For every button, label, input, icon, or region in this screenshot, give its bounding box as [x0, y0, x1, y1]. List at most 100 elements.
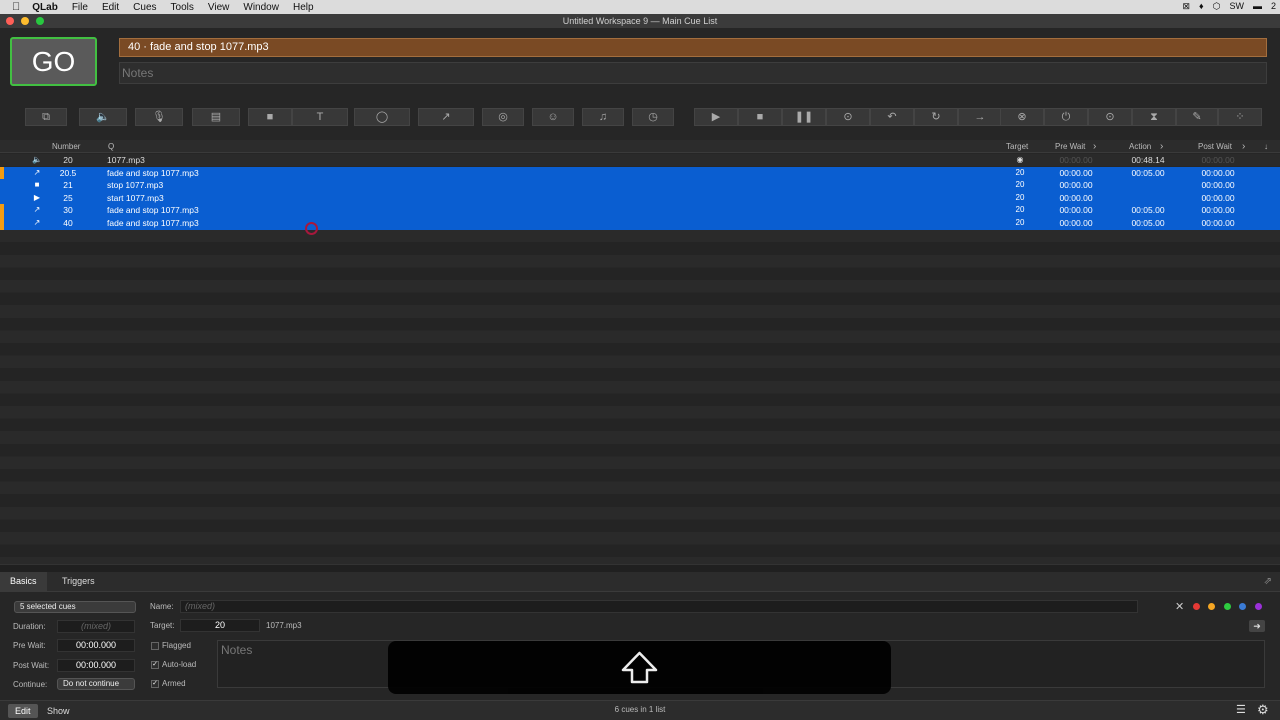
- light-icon[interactable]: ◯: [354, 108, 410, 126]
- col-target[interactable]: Target: [1006, 140, 1028, 153]
- shift-key-icon: [621, 651, 658, 684]
- tray-icon-6[interactable]: 2: [1271, 1, 1276, 12]
- tab-triggers[interactable]: Triggers: [52, 572, 105, 591]
- target-icon[interactable]: ⊗: [1000, 108, 1044, 126]
- text-icon[interactable]: T: [292, 108, 348, 126]
- postwait-field[interactable]: 00:00.000: [57, 659, 135, 672]
- wait-icon[interactable]: ⧗: [1132, 108, 1176, 126]
- sort-down-icon[interactable]: ↓: [1264, 140, 1268, 153]
- action-chevron-icon[interactable]: ›: [1160, 140, 1163, 153]
- flagged-checkbox[interactable]: [151, 642, 159, 650]
- cue-number: 20: [63, 155, 73, 165]
- target-field[interactable]: 20: [180, 619, 260, 632]
- audio-icon[interactable]: 🔈: [79, 108, 127, 126]
- cue-name: 1077.mp3: [107, 155, 145, 165]
- cue-number: 30: [63, 205, 73, 216]
- cue-notes-field[interactable]: Notes: [119, 62, 1267, 84]
- minimize-window-icon[interactable]: [21, 17, 29, 25]
- col-pre-wait[interactable]: Pre Wait: [1055, 140, 1085, 153]
- tab-basics[interactable]: Basics: [0, 572, 47, 591]
- menu-tools[interactable]: Tools: [171, 2, 194, 13]
- stop-icon[interactable]: ■: [738, 108, 782, 126]
- camera-icon[interactable]: ■: [248, 108, 292, 126]
- mic-icon[interactable]: 🎙: [135, 108, 183, 126]
- menu-edit[interactable]: Edit: [102, 2, 119, 13]
- menu-window[interactable]: Window: [243, 2, 279, 13]
- color-blue[interactable]: [1239, 603, 1246, 610]
- load-icon[interactable]: ⊙: [826, 108, 870, 126]
- tray-icon-5[interactable]: ▬: [1253, 1, 1262, 12]
- autoload-checkbox[interactable]: ✓: [151, 661, 159, 669]
- armed-label: Armed: [162, 679, 186, 688]
- color-red[interactable]: [1193, 603, 1200, 610]
- zoom-window-icon[interactable]: [36, 17, 44, 25]
- cue-list: 🔈 20 1077.mp3 ◉ 00:00.00 00:48.14 00:00.00 ↗ 20.…: [0, 154, 1280, 564]
- apple-menu-icon[interactable]: : [12, 1, 20, 13]
- cue-row[interactable]: ↗ 40 fade and stop 1077.mp3 20 00:00.00 00:05…: [0, 217, 1280, 230]
- col-action[interactable]: Action: [1129, 140, 1151, 153]
- tray-icon-2[interactable]: ♦: [1199, 1, 1204, 12]
- color-green[interactable]: [1224, 603, 1231, 610]
- cue-row[interactable]: ↗ 20.5 fade and stop 1077.mp3 20 00:00.00 00:…: [0, 166, 1280, 180]
- devamp-icon[interactable]: ↻: [914, 108, 958, 126]
- status-bar: Edit Show 6 cues in 1 list ☰ ⚙: [0, 700, 1280, 720]
- menu-help[interactable]: Help: [293, 2, 314, 13]
- clear-color-icon[interactable]: ✕: [1175, 600, 1184, 613]
- cue-postwait: 00:00.00: [1201, 155, 1235, 165]
- cue-row[interactable]: ▶ 25 start 1077.mp3 20 00:00.00 00:00.00: [0, 191, 1280, 205]
- menu-cues[interactable]: Cues: [133, 2, 156, 13]
- jump-to-target-icon[interactable]: ➜: [1249, 620, 1265, 632]
- memo-icon[interactable]: ✎: [1176, 108, 1218, 126]
- go-button[interactable]: GO: [10, 37, 97, 86]
- inspector-tabs: Basics Triggers ⇗: [0, 572, 1280, 592]
- close-window-icon[interactable]: [6, 17, 14, 25]
- pre-wait-chevron-icon[interactable]: ›: [1093, 140, 1096, 153]
- pause-icon[interactable]: ❚❚: [782, 108, 826, 126]
- color-purple[interactable]: [1255, 603, 1262, 610]
- list-view-icon[interactable]: ☰: [1236, 703, 1246, 716]
- continue-popup[interactable]: Do not continue: [57, 678, 135, 690]
- cue-name: stop 1077.mp3: [107, 180, 164, 191]
- menu-file[interactable]: File: [72, 2, 88, 13]
- tray-icon-1[interactable]: ⊠: [1182, 1, 1190, 12]
- cue-prewait: 00:00.00: [1059, 192, 1093, 203]
- tray-icon-4[interactable]: SW: [1229, 1, 1244, 12]
- cue-row[interactable]: ■ 21 stop 1077.mp3 20 00:00.00 00:00.00: [0, 179, 1280, 192]
- video-icon[interactable]: ▤: [192, 108, 240, 126]
- col-post-wait[interactable]: Post Wait: [1198, 140, 1232, 153]
- settings-gear-icon[interactable]: ⚙: [1257, 702, 1269, 718]
- timecode-icon[interactable]: ◷: [632, 108, 674, 126]
- post-wait-chevron-icon[interactable]: ›: [1242, 140, 1245, 153]
- network-icon[interactable]: ◎: [482, 108, 524, 126]
- popout-icon[interactable]: ⇗: [1264, 576, 1272, 587]
- col-number[interactable]: Number: [52, 140, 80, 153]
- armed-checkbox[interactable]: ✓: [151, 680, 159, 688]
- cue-type-icon: ▶: [33, 192, 41, 202]
- color-orange[interactable]: [1208, 603, 1215, 610]
- cue-row[interactable]: 🔈 20 1077.mp3 ◉ 00:00.00 00:48.14 00:00.00: [0, 154, 1280, 167]
- menu-app[interactable]: QLab: [32, 2, 58, 13]
- menu-bar:  QLab File Edit Cues Tools View Window …: [0, 0, 1280, 14]
- fade-icon[interactable]: ↗: [418, 108, 474, 126]
- tray-icon-3[interactable]: ⬡: [1213, 1, 1221, 12]
- goto-icon[interactable]: →: [958, 108, 1002, 126]
- disarm-icon[interactable]: ⊙: [1088, 108, 1132, 126]
- prewait-field[interactable]: 00:00.000: [57, 639, 135, 652]
- music-icon[interactable]: ♫: [582, 108, 624, 126]
- selection-popup[interactable]: 5 selected cues: [14, 601, 136, 613]
- reset-icon[interactable]: ↶: [870, 108, 914, 126]
- cue-toolbar: ⧉ 🔈 🎙 ▤ ■ T ◯ ↗ ◎ ☺ ♫ ◷ ▶ ■ ❚❚ ⊙ ↶ ↻ → ⊗ ⏻ ⊙ ⧗ ✎ ⁘: [0, 103, 1280, 129]
- duration-field[interactable]: (mixed): [57, 620, 135, 633]
- arm-icon[interactable]: ⏻: [1044, 108, 1088, 126]
- group-icon[interactable]: ⧉: [25, 108, 67, 126]
- cue-row[interactable]: ↗ 30 fade and stop 1077.mp3 20 00:00.00 00:05…: [0, 204, 1280, 217]
- name-field[interactable]: (mixed): [180, 600, 1138, 613]
- mouse-cursor-highlight: [305, 222, 318, 235]
- script-icon[interactable]: ⁘: [1218, 108, 1262, 126]
- midi-icon[interactable]: ☺: [532, 108, 574, 126]
- start-icon[interactable]: ▶: [694, 108, 738, 126]
- split-divider[interactable]: [0, 564, 1280, 572]
- col-q[interactable]: Q: [108, 140, 114, 153]
- cue-prewait: 00:00.00: [1059, 167, 1093, 178]
- menu-view[interactable]: View: [208, 2, 230, 13]
